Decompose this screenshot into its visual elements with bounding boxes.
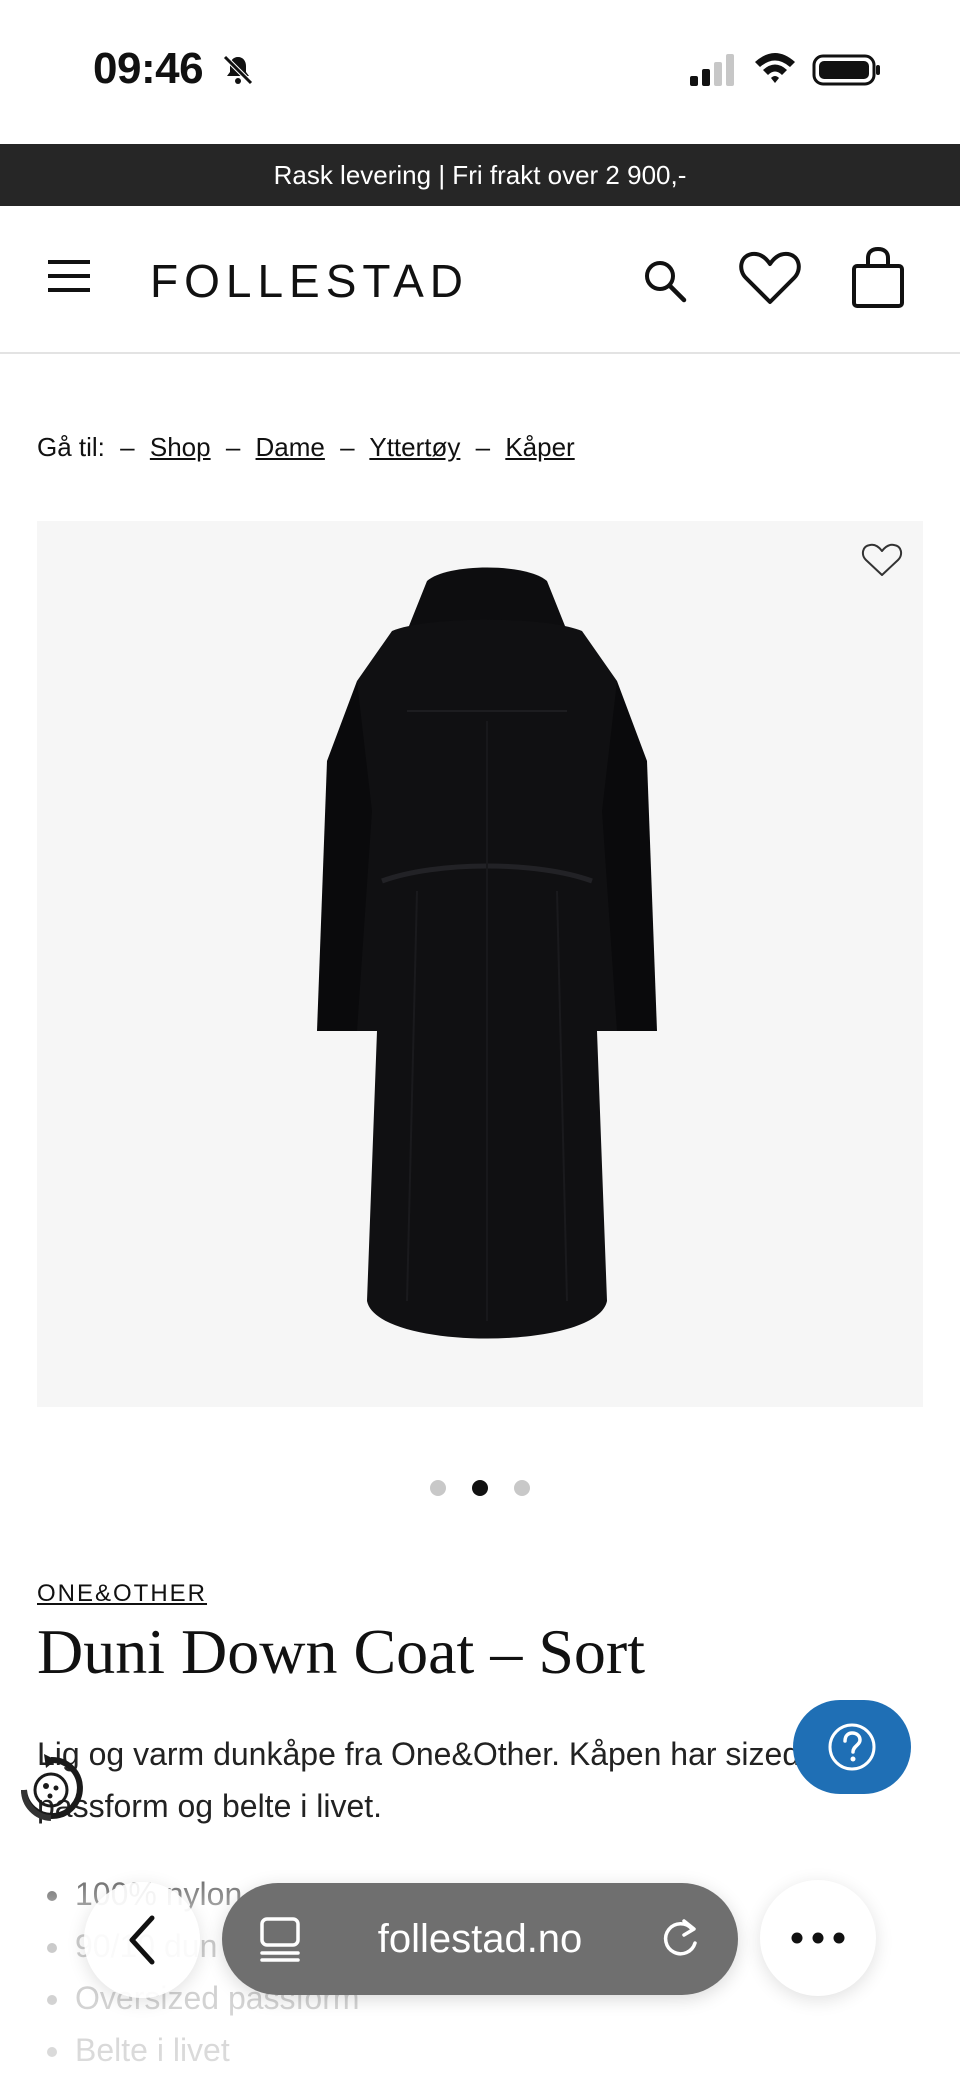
breadcrumb-separator: – [120,432,135,462]
site-logo[interactable]: FOLLESTAD [150,254,469,308]
breadcrumb-separator: – [340,432,355,462]
product-image[interactable] [37,521,923,1407]
breadcrumb-link-kaper[interactable]: Kåper [505,432,574,462]
wifi-icon [755,53,795,83]
hamburger-menu-icon[interactable] [46,256,92,296]
breadcrumb-separator: – [225,432,241,462]
breadcrumb-prefix: Gå til: [37,432,105,462]
breadcrumb-separator: – [475,432,491,462]
breadcrumb-link-yttertoy[interactable]: Yttertøy [369,432,460,462]
site-header: FOLLESTAD [0,206,960,354]
coat-photo [317,567,657,1339]
browser-more-button[interactable] [760,1880,876,1996]
shopping-bag-icon[interactable] [848,246,908,310]
cookie-settings-icon[interactable] [16,1752,86,1826]
breadcrumb-link-dame[interactable]: Dame [256,432,325,462]
add-to-wishlist-heart-icon[interactable] [861,541,903,579]
battery-icon [812,54,880,86]
page: 09:46 Rask levering | Fri frakt over 2 9… [0,0,960,2081]
ellipsis-icon [791,1932,845,1944]
breadcrumb: Gå til: – Shop – Dame – Yttertøy – Kåper [37,432,575,463]
browser-address-bar[interactable]: follestad.no [222,1883,738,1995]
product-description: Lig og varm dunkåpe fra One&Other. Kåpen… [37,1736,801,1824]
bell-muted-icon [223,55,253,85]
status-time: 09:46 [93,44,204,93]
reload-icon[interactable] [658,1915,702,1963]
cellular-signal-icon [690,54,734,86]
question-mark-icon [828,1723,876,1771]
wishlist-heart-icon[interactable] [738,248,802,308]
carousel-dot[interactable] [514,1480,530,1496]
help-chat-button[interactable] [793,1700,911,1794]
image-carousel-dots [0,1480,960,1496]
promo-banner[interactable]: Rask levering | Fri frakt over 2 900,- [0,144,960,206]
feature-item: Belte i livet [73,2024,360,2076]
carousel-dot[interactable] [430,1480,446,1496]
browser-back-button[interactable] [84,1882,200,1998]
product-brand-link[interactable]: ONE&OTHER [37,1580,207,1608]
search-icon[interactable] [640,256,688,304]
carousel-dot-active[interactable] [472,1480,488,1496]
product-title: Duni Down Coat – Sort [37,1616,645,1687]
chevron-left-icon [129,1915,155,1965]
status-bar: 09:46 [0,0,960,144]
breadcrumb-link-shop[interactable]: Shop [150,432,211,462]
